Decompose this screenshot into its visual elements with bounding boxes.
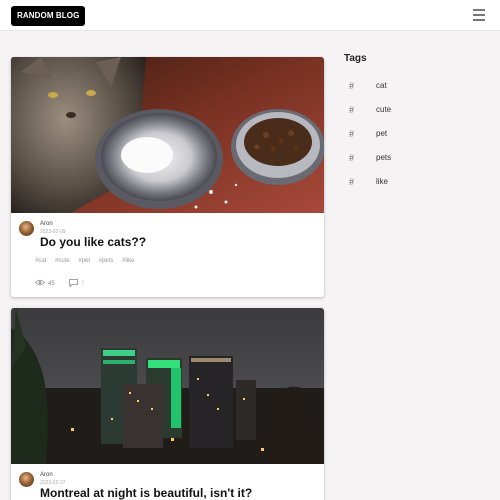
sidebar-tag-label: cat: [376, 81, 387, 90]
post-card[interactable]: Aron 2023-02-09 Do you like cats?? #cat …: [11, 57, 324, 297]
view-count-value: 45: [48, 280, 55, 287]
post-author[interactable]: Aron: [40, 221, 53, 227]
eye-icon: [34, 279, 46, 288]
comment-count[interactable]: 7: [69, 279, 84, 289]
post-tag[interactable]: #cute: [55, 258, 70, 264]
brand-logo[interactable]: RANDOM BLOG: [11, 6, 86, 26]
post-tag[interactable]: #cat: [35, 258, 46, 264]
sidebar-tag-label: cute: [376, 105, 392, 114]
hash-icon: #: [349, 176, 355, 187]
post-author[interactable]: Aron: [40, 472, 53, 478]
sidebar-tag-label: pets: [376, 153, 392, 162]
sidebar-tag-pets[interactable]: # pets: [349, 151, 391, 165]
hamburger-menu-icon[interactable]: [471, 8, 487, 22]
post-tag[interactable]: #like: [122, 258, 134, 264]
post-tags: #cat #cute #pet #pets #like: [35, 258, 141, 264]
hash-icon: #: [349, 80, 355, 91]
sidebar-tag-label: like: [376, 177, 389, 186]
author-avatar[interactable]: [19, 221, 34, 236]
top-bar: RANDOM BLOG: [0, 0, 500, 31]
view-count: 45: [34, 279, 55, 288]
post-card[interactable]: Aron 2023-02-27 Montreal at night is bea…: [11, 308, 324, 500]
sidebar-tag-cute[interactable]: # cute: [349, 103, 391, 117]
sidebar-tag-like[interactable]: # like: [349, 175, 388, 189]
comment-icon: [69, 279, 78, 289]
hash-icon: #: [349, 152, 355, 163]
comment-count-value: 7: [81, 281, 85, 287]
sidebar-tag-cat[interactable]: # cat: [349, 79, 387, 93]
post-title[interactable]: Do you like cats??: [40, 235, 146, 249]
post-title[interactable]: Montreal at night is beautiful, isn't it…: [40, 486, 252, 500]
post-tag[interactable]: #pet: [78, 258, 90, 264]
author-avatar[interactable]: [19, 472, 34, 487]
sidebar-title: Tags: [344, 53, 367, 64]
post-cover-image[interactable]: [11, 308, 324, 464]
hash-icon: #: [349, 104, 355, 115]
post-cover-image[interactable]: [11, 57, 324, 213]
post-tag[interactable]: #pets: [99, 258, 114, 264]
hash-icon: #: [349, 128, 355, 139]
sidebar-tag-label: pet: [376, 129, 388, 138]
sidebar-tag-pet[interactable]: # pet: [349, 127, 387, 141]
